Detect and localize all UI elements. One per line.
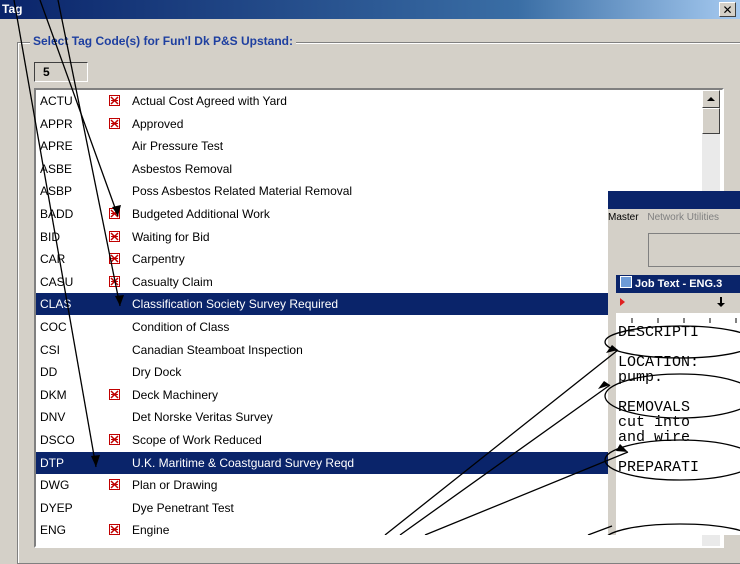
job-text-toolbar: [616, 295, 740, 309]
tag-status-icon: [109, 230, 120, 242]
selected-count-field: 5: [34, 62, 88, 82]
job-text-title: Job Text - ENG.3: [635, 278, 723, 290]
tag-description: Condition of Class: [132, 320, 230, 334]
background-title-bar: [608, 191, 740, 209]
background-app-window: Master Network Utilities Job Text - ENG.…: [608, 191, 740, 535]
tag-code: ASBE: [40, 161, 73, 176]
tag-code: ACTU: [40, 94, 73, 108]
tag-status-icon: [109, 434, 120, 445]
tag-code: CASU: [40, 274, 74, 289]
tag-code: ASBP: [40, 184, 73, 199]
tag-code: CAR: [40, 252, 66, 267]
tag-status-icon: [109, 95, 120, 106]
tag-description: Det Norske Veritas Survey: [132, 410, 273, 425]
tag-description: Plan or Drawing: [132, 478, 218, 493]
tag-description: Approved: [132, 116, 184, 131]
group-label: Select Tag Code(s) for Fun'l Dk P&S Upst…: [30, 34, 296, 48]
tag-row-dwg[interactable]: DWG Plan or Drawing: [36, 474, 702, 496]
tag-status-icon: [109, 275, 120, 287]
background-panel: [648, 233, 740, 267]
document-icon: [620, 276, 632, 288]
text-line: PREPARATI: [618, 459, 700, 476]
tag-description: Scope of Work Reduced: [132, 433, 262, 447]
text-line: REMOVALS: [618, 399, 691, 416]
tag-row-asbp[interactable]: ASBP Poss Asbestos Related Material Remov…: [36, 180, 702, 202]
tag-description: Dye Penetrant Test: [132, 500, 234, 515]
tag-code: APPR: [40, 116, 73, 131]
text-line: and wire: [618, 429, 691, 446]
tag-code: COC: [40, 320, 67, 334]
dialog-title-bar: Tag: [0, 0, 740, 19]
job-text-window: Job Text - ENG.3 DESCRIPTI LOCATION: pum…: [616, 275, 740, 535]
tag-row-eng[interactable]: ENG Engine: [36, 519, 702, 541]
tag-row-dtp[interactable]: DTP U.K. Maritime & Coastguard Survey Req…: [36, 451, 702, 474]
tag-row-apre[interactable]: APRE Air Pressure Test: [36, 135, 702, 157]
tag-code: DD: [40, 365, 58, 380]
tag-description: Asbestos Removal: [132, 161, 233, 176]
scroll-thumb[interactable]: [702, 108, 720, 134]
tag-code: ENG: [40, 523, 67, 538]
tag-code: BID: [40, 229, 61, 244]
tag-code: DKM: [40, 387, 67, 402]
tag-status-icon: [109, 388, 120, 400]
tag-description: Canadian Steamboat Inspection: [132, 342, 303, 357]
tag-description: Dry Dock: [132, 365, 182, 380]
tag-description: Budgeted Additional Work: [132, 207, 270, 221]
tag-row-coc[interactable]: COC Condition of Class: [36, 316, 702, 338]
tag-row-appr[interactable]: APPR Approved: [36, 113, 702, 135]
tag-status-icon: [109, 524, 120, 536]
tag-status-icon: [109, 253, 120, 265]
tag-row-actu[interactable]: ACTU Actual Cost Agreed with Yard: [36, 90, 702, 112]
tag-row-car[interactable]: CAR Carpentry: [36, 248, 702, 270]
arrow-icons: [620, 297, 725, 307]
text-line: LOCATION:: [618, 354, 700, 371]
text-line: pump.: [618, 369, 664, 386]
tag-description: U.K. Maritime & Coastguard Survey Reqd: [132, 455, 355, 470]
scroll-up-button[interactable]: [702, 90, 720, 108]
tag-description: Actual Cost Agreed with Yard: [132, 94, 287, 108]
tag-row-dd[interactable]: DD Dry Dock: [36, 361, 702, 383]
tag-row-dnv[interactable]: DNV Det Norske Veritas Survey: [36, 406, 702, 428]
tag-code: DWG: [40, 478, 70, 493]
menu-master[interactable]: Master: [608, 212, 639, 223]
tag-row-bid[interactable]: BID Waiting for Bid: [36, 226, 702, 248]
tag-row-dsco[interactable]: DSCO Scope of Work Reduced: [36, 429, 702, 451]
tag-row-clas[interactable]: CLAS Classification Society Survey Requir…: [36, 293, 702, 316]
tag-code: DNV: [40, 410, 66, 425]
up-arrow-icon: [707, 97, 715, 101]
tag-code: DYEP: [40, 500, 73, 515]
tag-code: DSCO: [40, 433, 75, 447]
tag-description: Casualty Claim: [132, 274, 213, 289]
menu-network-utilities[interactable]: Network Utilities: [647, 212, 719, 223]
tag-row-asbe[interactable]: ASBE Asbestos Removal: [36, 158, 702, 180]
job-text-title-bar: Job Text - ENG.3: [616, 275, 740, 293]
tag-code: CLAS: [40, 297, 72, 312]
tag-code: BADD: [40, 207, 74, 221]
tag-status-icon: [109, 117, 120, 129]
background-menu-bar: Master Network Utilities: [608, 212, 740, 230]
tag-description: Waiting for Bid: [132, 229, 210, 244]
tag-row-dyep[interactable]: DYEP Dye Penetrant Test: [36, 497, 702, 519]
tag-code: CSI: [40, 342, 61, 357]
text-line: cut into: [618, 414, 691, 431]
tag-row-csi[interactable]: CSI Canadian Steamboat Inspection: [36, 339, 702, 361]
close-button[interactable]: ✕: [719, 2, 736, 17]
tag-description: Engine: [132, 523, 170, 538]
tag-status-icon: [109, 208, 120, 219]
tag-row-badd[interactable]: BADD Budgeted Additional Work: [36, 203, 702, 225]
tag-code: DTP: [40, 455, 64, 470]
dialog-title: Tag: [2, 2, 23, 16]
tag-status-icon: [109, 479, 120, 491]
tag-description: Deck Machinery: [132, 387, 219, 402]
tag-row-dkm[interactable]: DKM Deck Machinery: [36, 384, 702, 406]
tag-description: Classification Society Survey Required: [132, 297, 339, 312]
tag-description: Poss Asbestos Related Material Removal: [132, 184, 353, 199]
tag-description: Air Pressure Test: [132, 139, 224, 154]
tag-code: APRE: [40, 139, 73, 154]
text-line: DESCRIPTI: [618, 324, 700, 341]
tag-row-casu[interactable]: CASU Casualty Claim: [36, 271, 702, 293]
tag-description: Carpentry: [132, 252, 185, 267]
job-text-content[interactable]: DESCRIPTI LOCATION: pump. REMOVALS cut i…: [616, 323, 740, 535]
